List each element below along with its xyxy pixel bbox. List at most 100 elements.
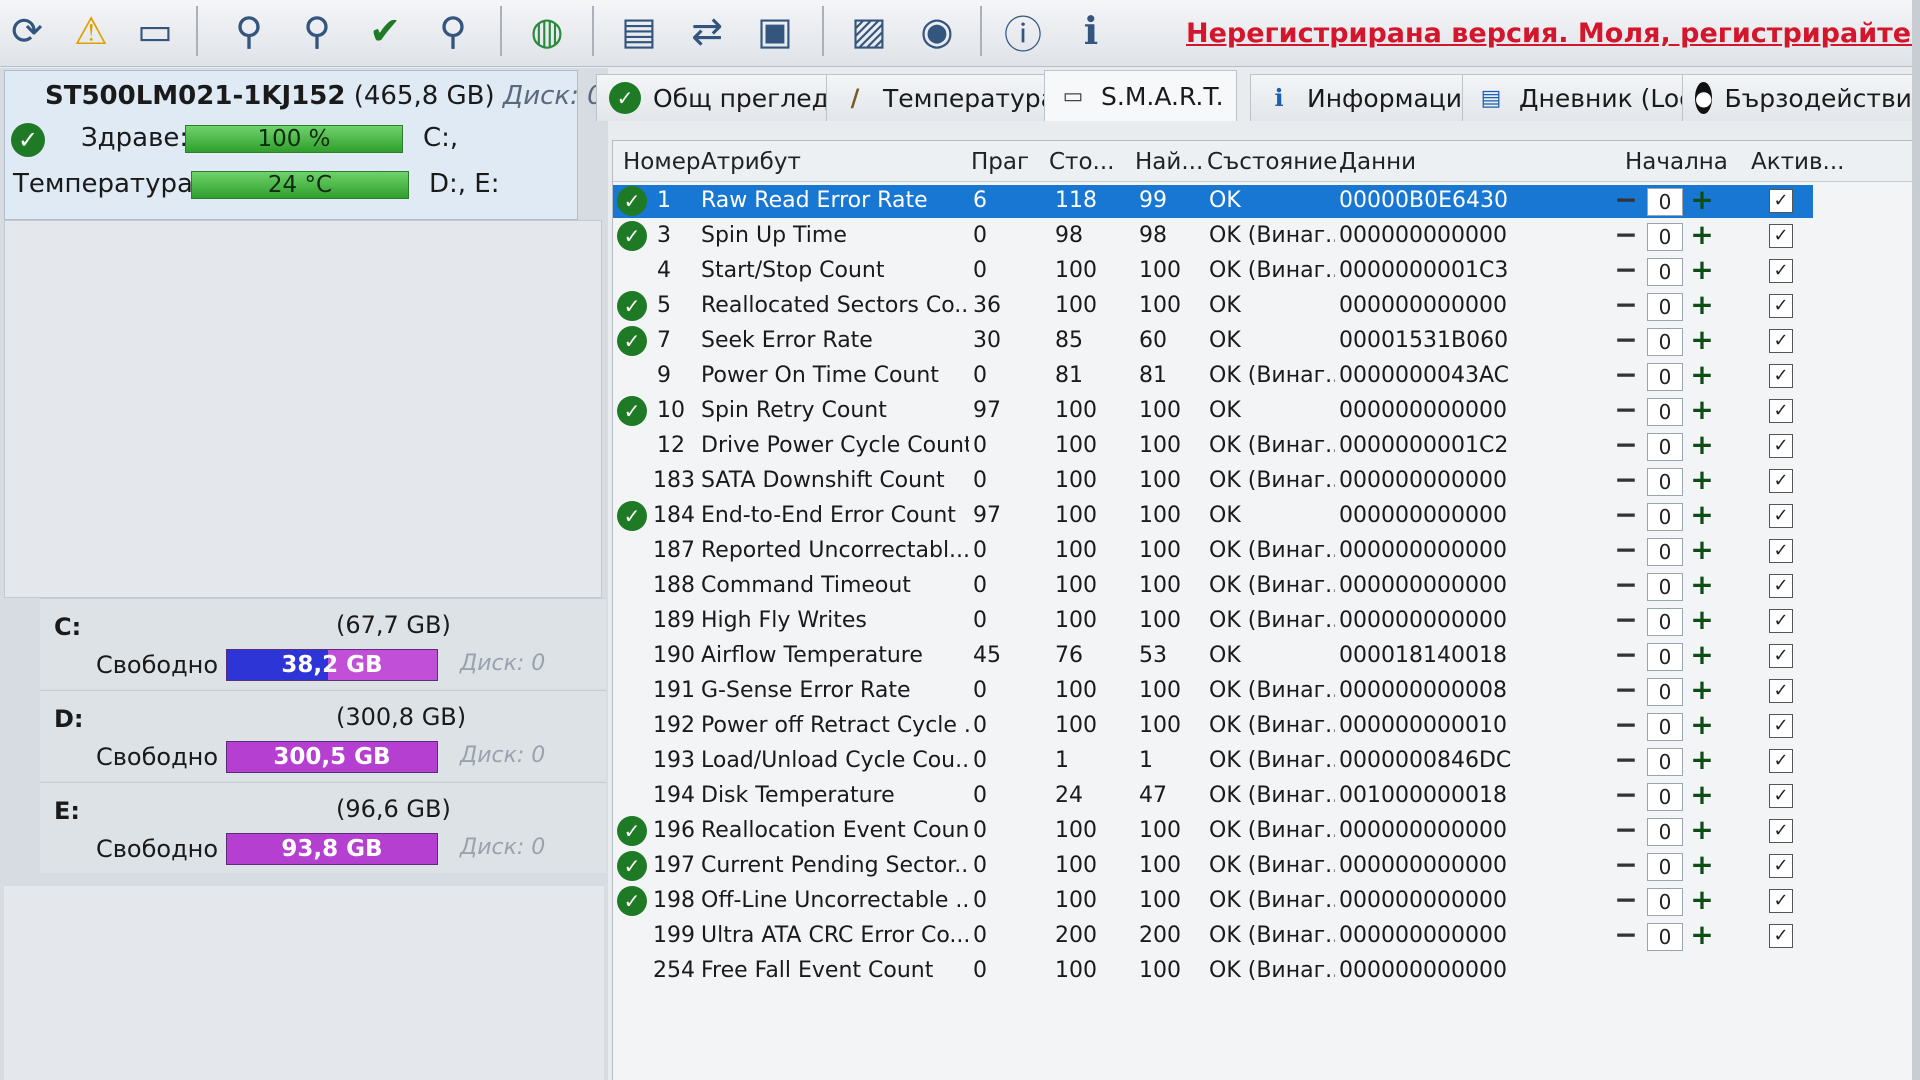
initial-value-stepper[interactable]: −0 +	[1613, 396, 1723, 426]
test-stop-icon[interactable]: ⚲	[426, 4, 480, 58]
table-row[interactable]: 191 G-Sense Error Rate 0 100 100 OK (Винаг...…	[613, 675, 1813, 708]
initial-value[interactable]: 0	[1647, 608, 1683, 636]
minus-icon[interactable]: −	[1613, 921, 1639, 949]
plus-icon[interactable]: +	[1689, 641, 1715, 669]
initial-value-stepper[interactable]: −0 +	[1613, 431, 1723, 461]
active-checkbox[interactable]: ✓	[1769, 819, 1793, 843]
tab-smart[interactable]: ▭ S.M.A.R.T.	[1044, 70, 1237, 121]
initial-value[interactable]: 0	[1647, 888, 1683, 916]
tab-temperature[interactable]: ∕ Температура	[826, 74, 1069, 121]
minus-icon[interactable]: −	[1613, 851, 1639, 879]
initial-value-stepper[interactable]: −0 +	[1613, 851, 1723, 881]
plus-icon[interactable]: +	[1689, 886, 1715, 914]
help-icon[interactable]: ⓘ	[996, 4, 1050, 58]
table-row[interactable]: 199 Ultra ATA CRC Error Co... 0 200 200 OK (В…	[613, 920, 1813, 953]
initial-value[interactable]: 0	[1647, 293, 1683, 321]
table-row[interactable]: 183 SATA Downshift Count 0 100 100 OK (Винаг.…	[613, 465, 1813, 498]
plus-icon[interactable]: +	[1689, 466, 1715, 494]
table-row[interactable]: 194 Disk Temperature 0 24 47 OK (Винаг... 0010…	[613, 780, 1813, 813]
active-checkbox[interactable]: ✓	[1769, 329, 1793, 353]
volume-d[interactable]: D: (300,8 GB) Свободно 300,5 GB Диск: 0	[40, 690, 606, 781]
initial-value[interactable]: 0	[1647, 713, 1683, 741]
table-row[interactable]: 188 Command Timeout 0 100 100 OK (Винаг... 000…	[613, 570, 1813, 603]
volume-c[interactable]: C: (67,7 GB) Свободно 38,2 GB Диск: 0	[40, 598, 606, 689]
minus-icon[interactable]: −	[1613, 501, 1639, 529]
col-worst[interactable]: Най...	[1135, 149, 1203, 175]
plus-icon[interactable]: +	[1689, 921, 1715, 949]
minus-icon[interactable]: −	[1613, 221, 1639, 249]
info-icon[interactable]: ℹ	[1064, 4, 1118, 58]
initial-value[interactable]: 0	[1647, 363, 1683, 391]
table-row[interactable]: ✓ 5 Reallocated Sectors Co... 36 100 100 OK 000…	[613, 290, 1813, 323]
minus-icon[interactable]: −	[1613, 186, 1639, 214]
table-row[interactable]: ✓ 7 Seek Error Rate 30 85 60 OK 00001531B060 −0 +…	[613, 325, 1813, 358]
active-checkbox[interactable]: ✓	[1769, 294, 1793, 318]
minus-icon[interactable]: −	[1613, 466, 1639, 494]
active-checkbox[interactable]: ✓	[1769, 679, 1793, 703]
col-active[interactable]: Актив...	[1751, 149, 1844, 175]
table-row[interactable]: ✓ 196 Reallocation Event Count 0 100 100 OK (В…	[613, 815, 1813, 848]
table-row[interactable]: 254 Free Fall Event Count 0 100 100 OK (Винаг…	[613, 955, 1813, 988]
plus-icon[interactable]: +	[1689, 606, 1715, 634]
plus-icon[interactable]: +	[1689, 816, 1715, 844]
table-row[interactable]: 9 Power On Time Count 0 81 81 OK (Винаг... 000…	[613, 360, 1813, 393]
table-row[interactable]: ✓ 197 Current Pending Sector... 0 100 100 OK (…	[613, 850, 1813, 883]
table-row[interactable]: 187 Reported Uncorrectabl... 0 100 100 OK (Ви…	[613, 535, 1813, 568]
initial-value[interactable]: 0	[1647, 258, 1683, 286]
minus-icon[interactable]: −	[1613, 886, 1639, 914]
active-checkbox[interactable]: ✓	[1769, 784, 1793, 808]
initial-value-stepper[interactable]: −0 +	[1613, 781, 1723, 811]
table-row[interactable]: 189 High Fly Writes 0 100 100 OK (Винаг... 000…	[613, 605, 1813, 638]
active-checkbox[interactable]: ✓	[1769, 644, 1793, 668]
plus-icon[interactable]: +	[1689, 256, 1715, 284]
network-icon[interactable]: ▣	[748, 4, 802, 58]
plus-icon[interactable]: +	[1689, 571, 1715, 599]
initial-value-stepper[interactable]: −0 +	[1613, 746, 1723, 776]
col-initial[interactable]: Начална	[1625, 149, 1728, 175]
initial-value[interactable]: 0	[1647, 328, 1683, 356]
initial-value-stepper[interactable]: −0 +	[1613, 676, 1723, 706]
minus-icon[interactable]: −	[1613, 746, 1639, 774]
table-row[interactable]: ✓ 10 Spin Retry Count 97 100 100 OK 00000000000…	[613, 395, 1813, 428]
minus-icon[interactable]: −	[1613, 606, 1639, 634]
test-icon[interactable]: ⚲	[222, 4, 276, 58]
initial-value[interactable]: 0	[1647, 748, 1683, 776]
table-row[interactable]: 193 Load/Unload Cycle Cou... 0 1 1 OK (Винаг.…	[613, 745, 1813, 778]
col-threshold[interactable]: Праг	[971, 149, 1029, 175]
minus-icon[interactable]: −	[1613, 571, 1639, 599]
plus-icon[interactable]: +	[1689, 326, 1715, 354]
col-data[interactable]: Данни	[1339, 149, 1416, 175]
initial-value-stepper[interactable]: −0 +	[1613, 711, 1723, 741]
active-checkbox[interactable]: ✓	[1769, 504, 1793, 528]
test-ok-icon[interactable]: ✔	[358, 4, 412, 58]
active-checkbox[interactable]: ✓	[1769, 574, 1793, 598]
minus-icon[interactable]: −	[1613, 781, 1639, 809]
initial-value[interactable]: 0	[1647, 433, 1683, 461]
initial-value[interactable]: 0	[1647, 853, 1683, 881]
plus-icon[interactable]: +	[1689, 186, 1715, 214]
col-number[interactable]: Номер	[623, 149, 700, 175]
tab-performance[interactable]: ● Бързодействие	[1682, 74, 1920, 121]
test-icon-2[interactable]: ⚲	[290, 4, 344, 58]
minus-icon[interactable]: −	[1613, 291, 1639, 319]
initial-value-stepper[interactable]: −0 +	[1613, 921, 1723, 951]
table-row[interactable]: ✓ 198 Off-Line Uncorrectable ... 0 100 100 OK …	[613, 885, 1813, 918]
plus-icon[interactable]: +	[1689, 221, 1715, 249]
active-checkbox[interactable]: ✓	[1769, 609, 1793, 633]
initial-value-stepper[interactable]: −0 +	[1613, 606, 1723, 636]
table-row[interactable]: 190 Airflow Temperature 45 76 53 OK 0000181400…	[613, 640, 1813, 673]
drive-icon[interactable]: ▭	[128, 4, 182, 58]
active-checkbox[interactable]: ✓	[1769, 189, 1793, 213]
plus-icon[interactable]: +	[1689, 501, 1715, 529]
volume-e[interactable]: E: (96,6 GB) Свободно 93,8 GB Диск: 0	[40, 782, 606, 873]
initial-value-stepper[interactable]: −0 +	[1613, 501, 1723, 531]
table-row[interactable]: ✓ 3 Spin Up Time 0 98 98 OK (Винаг... 000000000…	[613, 220, 1813, 253]
initial-value[interactable]: 0	[1647, 398, 1683, 426]
active-checkbox[interactable]: ✓	[1769, 259, 1793, 283]
initial-value-stepper[interactable]: −0 +	[1613, 186, 1723, 216]
initial-value[interactable]: 0	[1647, 503, 1683, 531]
initial-value[interactable]: 0	[1647, 538, 1683, 566]
table-row[interactable]: 12 Drive Power Cycle Count 0 100 100 OK (Вина…	[613, 430, 1813, 463]
plus-icon[interactable]: +	[1689, 746, 1715, 774]
initial-value[interactable]: 0	[1647, 678, 1683, 706]
